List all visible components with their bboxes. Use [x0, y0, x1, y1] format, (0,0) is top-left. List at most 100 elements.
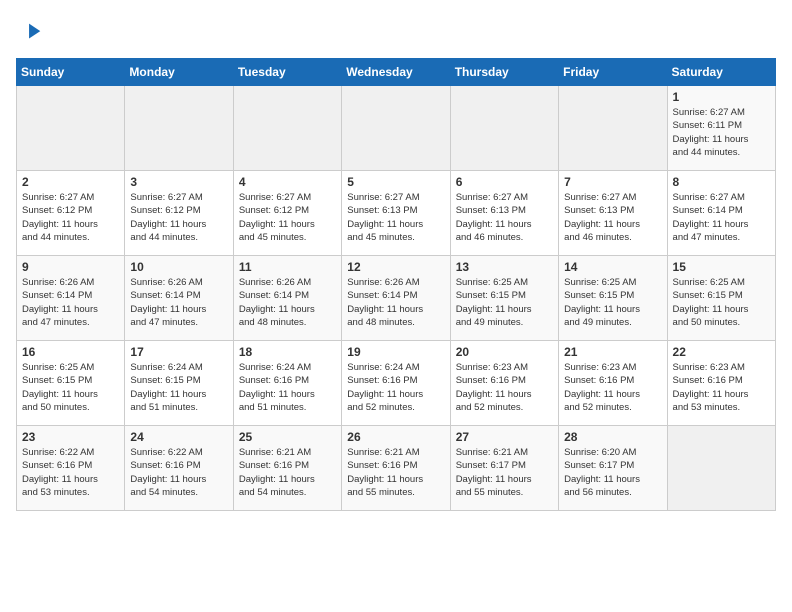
day-info: Sunrise: 6:23 AM Sunset: 6:16 PM Dayligh…: [456, 361, 553, 414]
day-number: 27: [456, 430, 553, 444]
day-info: Sunrise: 6:27 AM Sunset: 6:13 PM Dayligh…: [564, 191, 661, 244]
day-info: Sunrise: 6:24 AM Sunset: 6:15 PM Dayligh…: [130, 361, 227, 414]
day-info: Sunrise: 6:27 AM Sunset: 6:13 PM Dayligh…: [456, 191, 553, 244]
calendar-cell: 14 Sunrise: 6:25 AM Sunset: 6:15 PM Dayli…: [559, 256, 667, 341]
calendar-cell: [17, 86, 125, 171]
day-number: 16: [22, 345, 119, 359]
day-number: 22: [673, 345, 770, 359]
day-number: 4: [239, 175, 336, 189]
day-number: 19: [347, 345, 444, 359]
calendar-cell: [233, 86, 341, 171]
calendar-cell: [667, 426, 775, 511]
calendar-cell: 23 Sunrise: 6:22 AM Sunset: 6:16 PM Dayli…: [17, 426, 125, 511]
weekday-header-sunday: Sunday: [17, 59, 125, 86]
calendar-cell: 10 Sunrise: 6:26 AM Sunset: 6:14 PM Dayli…: [125, 256, 233, 341]
day-number: 25: [239, 430, 336, 444]
day-number: 9: [22, 260, 119, 274]
calendar-cell: 1 Sunrise: 6:27 AM Sunset: 6:11 PM Daylig…: [667, 86, 775, 171]
day-info: Sunrise: 6:20 AM Sunset: 6:17 PM Dayligh…: [564, 446, 661, 499]
day-number: 23: [22, 430, 119, 444]
day-info: Sunrise: 6:22 AM Sunset: 6:16 PM Dayligh…: [22, 446, 119, 499]
calendar-cell: 8 Sunrise: 6:27 AM Sunset: 6:14 PM Daylig…: [667, 171, 775, 256]
day-number: 3: [130, 175, 227, 189]
day-number: 8: [673, 175, 770, 189]
calendar-cell: 16 Sunrise: 6:25 AM Sunset: 6:15 PM Dayli…: [17, 341, 125, 426]
calendar-cell: 2Sunrise: 6:27 AM Sunset: 6:12 PM Daylig…: [17, 171, 125, 256]
day-number: 11: [239, 260, 336, 274]
day-info: Sunrise: 6:25 AM Sunset: 6:15 PM Dayligh…: [673, 276, 770, 329]
day-info: Sunrise: 6:27 AM Sunset: 6:13 PM Dayligh…: [347, 191, 444, 244]
calendar-cell: 7 Sunrise: 6:27 AM Sunset: 6:13 PM Daylig…: [559, 171, 667, 256]
calendar-cell: 22 Sunrise: 6:23 AM Sunset: 6:16 PM Dayli…: [667, 341, 775, 426]
day-info: Sunrise: 6:25 AM Sunset: 6:15 PM Dayligh…: [456, 276, 553, 329]
day-number: 26: [347, 430, 444, 444]
calendar-cell: 15 Sunrise: 6:25 AM Sunset: 6:15 PM Dayli…: [667, 256, 775, 341]
day-number: 24: [130, 430, 227, 444]
day-number: 13: [456, 260, 553, 274]
day-number: 17: [130, 345, 227, 359]
calendar-cell: 21 Sunrise: 6:23 AM Sunset: 6:16 PM Dayli…: [559, 341, 667, 426]
calendar-cell: [125, 86, 233, 171]
calendar-week-2: 2 Sunrise: 6:27 AM Sunset: 6:12 PM Daylig…: [17, 171, 776, 256]
day-info: Sunrise: 6:25 AM Sunset: 6:15 PM Dayligh…: [22, 361, 119, 414]
weekday-header-tuesday: Tuesday: [233, 59, 341, 86]
calendar-cell: 13 Sunrise: 6:25 AM Sunset: 6:15 PM Dayli…: [450, 256, 558, 341]
day-number: 5: [347, 175, 444, 189]
weekday-header-saturday: Saturday: [667, 59, 775, 86]
weekday-header-row: SundayMondayTuesdayWednesdayThursdayFrid…: [17, 59, 776, 86]
calendar-week-5: 23 Sunrise: 6:22 AM Sunset: 6:16 PM Dayli…: [17, 426, 776, 511]
calendar-cell: 12 Sunrise: 6:26 AM Sunset: 6:14 PM Dayli…: [342, 256, 450, 341]
day-info: Sunrise: 6:21 AM Sunset: 6:16 PM Dayligh…: [239, 446, 336, 499]
calendar-cell: 28 Sunrise: 6:20 AM Sunset: 6:17 PM Dayli…: [559, 426, 667, 511]
day-info: Sunrise: 6:24 AM Sunset: 6:16 PM Dayligh…: [347, 361, 444, 414]
day-number: 10: [130, 260, 227, 274]
day-info: Sunrise: 6:21 AM Sunset: 6:16 PM Dayligh…: [347, 446, 444, 499]
calendar-cell: 26 Sunrise: 6:21 AM Sunset: 6:16 PM Dayli…: [342, 426, 450, 511]
day-info: Sunrise: 6:27 AM Sunset: 6:11 PM Dayligh…: [673, 106, 770, 159]
weekday-header-friday: Friday: [559, 59, 667, 86]
weekday-header-thursday: Thursday: [450, 59, 558, 86]
calendar-cell: 5 Sunrise: 6:27 AM Sunset: 6:13 PM Daylig…: [342, 171, 450, 256]
day-number: 6: [456, 175, 553, 189]
calendar-cell: 25 Sunrise: 6:21 AM Sunset: 6:16 PM Dayli…: [233, 426, 341, 511]
calendar-cell: 20 Sunrise: 6:23 AM Sunset: 6:16 PM Dayli…: [450, 341, 558, 426]
calendar-cell: 6 Sunrise: 6:27 AM Sunset: 6:13 PM Daylig…: [450, 171, 558, 256]
day-number: 28: [564, 430, 661, 444]
logo: [16, 16, 48, 46]
day-info: Sunrise: 6:26 AM Sunset: 6:14 PM Dayligh…: [22, 276, 119, 329]
day-info: Sunrise: 6:26 AM Sunset: 6:14 PM Dayligh…: [347, 276, 444, 329]
calendar-cell: [342, 86, 450, 171]
day-number: 20: [456, 345, 553, 359]
day-info: Sunrise: 6:21 AM Sunset: 6:17 PM Dayligh…: [456, 446, 553, 499]
day-info: Sunrise: 6:27 AM Sunset: 6:12 PM Dayligh…: [239, 191, 336, 244]
weekday-header-wednesday: Wednesday: [342, 59, 450, 86]
day-number: 21: [564, 345, 661, 359]
day-info: Sunrise: 6:26 AM Sunset: 6:14 PM Dayligh…: [239, 276, 336, 329]
calendar-table: SundayMondayTuesdayWednesdayThursdayFrid…: [16, 58, 776, 511]
calendar-cell: 9 Sunrise: 6:26 AM Sunset: 6:14 PM Daylig…: [17, 256, 125, 341]
day-info: Sunrise: 6:23 AM Sunset: 6:16 PM Dayligh…: [564, 361, 661, 414]
calendar-week-1: 1 Sunrise: 6:27 AM Sunset: 6:11 PM Daylig…: [17, 86, 776, 171]
calendar-cell: [450, 86, 558, 171]
calendar-cell: 11 Sunrise: 6:26 AM Sunset: 6:14 PM Dayli…: [233, 256, 341, 341]
day-info: Sunrise: 6:22 AM Sunset: 6:16 PM Dayligh…: [130, 446, 227, 499]
weekday-header-monday: Monday: [125, 59, 233, 86]
calendar-cell: 17 Sunrise: 6:24 AM Sunset: 6:15 PM Dayli…: [125, 341, 233, 426]
page-header: [16, 16, 776, 46]
day-info: Sunrise: 6:25 AM Sunset: 6:15 PM Dayligh…: [564, 276, 661, 329]
calendar-cell: 3Sunrise: 6:27 AM Sunset: 6:12 PM Daylig…: [125, 171, 233, 256]
day-number: 1: [673, 90, 770, 104]
day-number: 7: [564, 175, 661, 189]
day-info: Sunrise: 6:27 AM Sunset: 6:14 PM Dayligh…: [673, 191, 770, 244]
day-number: 2: [22, 175, 119, 189]
day-number: 12: [347, 260, 444, 274]
calendar-cell: 24 Sunrise: 6:22 AM Sunset: 6:16 PM Dayli…: [125, 426, 233, 511]
day-number: 15: [673, 260, 770, 274]
day-info: Sunrise: 6:26 AM Sunset: 6:14 PM Dayligh…: [130, 276, 227, 329]
logo-icon: [16, 18, 44, 46]
calendar-cell: 4 Sunrise: 6:27 AM Sunset: 6:12 PM Daylig…: [233, 171, 341, 256]
day-number: 14: [564, 260, 661, 274]
calendar-cell: [559, 86, 667, 171]
day-info: Sunrise: 6:23 AM Sunset: 6:16 PM Dayligh…: [673, 361, 770, 414]
calendar-cell: 19 Sunrise: 6:24 AM Sunset: 6:16 PM Dayli…: [342, 341, 450, 426]
